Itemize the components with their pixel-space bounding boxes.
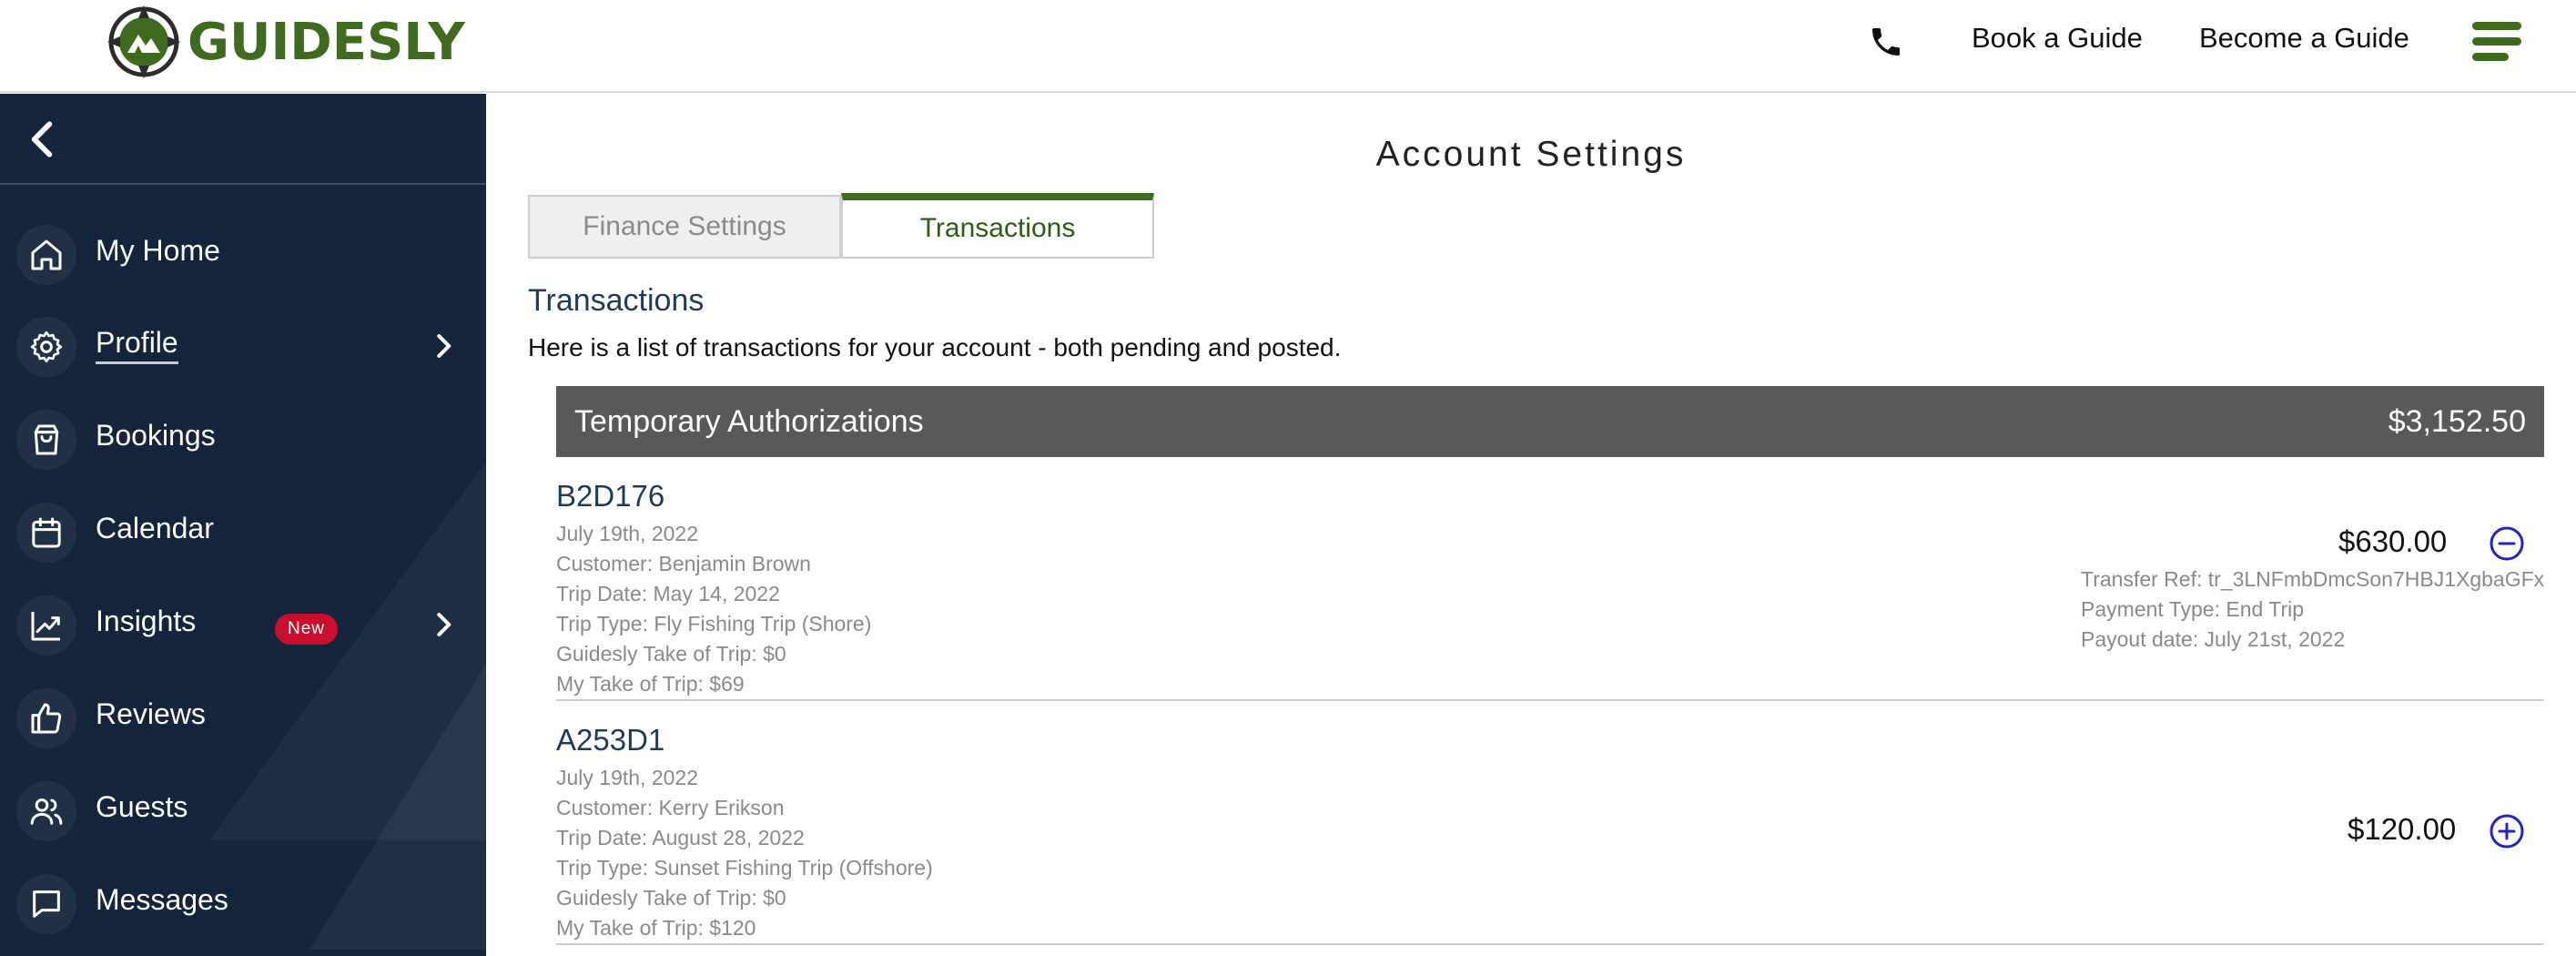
tab-finance-settings[interactable]: Finance Settings xyxy=(528,195,841,259)
group-title: Temporary Authorizations xyxy=(574,404,924,439)
sidebar-collapse-button[interactable] xyxy=(0,94,486,185)
sidebar-item-label: Bookings xyxy=(96,419,216,452)
transaction-trip-date: Trip Date: August 28, 2022 xyxy=(556,826,805,849)
chevron-left-icon xyxy=(31,121,53,158)
gear-icon xyxy=(16,317,76,377)
transfer-reference: Transfer Ref: tr_3LNFmbDmcSon7HBJ1XgbaGF… xyxy=(2081,567,2545,591)
chevron-right-icon xyxy=(437,613,451,636)
home-icon xyxy=(16,225,76,285)
hamburger-menu-icon[interactable] xyxy=(2472,22,2521,62)
thumbs-up-icon xyxy=(16,688,76,748)
temporary-authorizations-header: Temporary Authorizations $3,152.50 xyxy=(556,386,2544,457)
calendar-icon xyxy=(16,503,76,563)
expand-plus-icon[interactable] xyxy=(2489,813,2525,849)
transaction-trip-type: Trip Type: Fly Fishing Trip (Shore) xyxy=(556,612,872,636)
sidebar-item-label: Guests xyxy=(96,790,188,823)
sidebar-item-profile[interactable]: Profile xyxy=(0,306,486,379)
brand-logo[interactable]: GUIDESLY xyxy=(107,5,465,78)
sidebar-item-guests[interactable]: Guests xyxy=(0,770,486,843)
transaction-date: July 19th, 2022 xyxy=(556,766,699,789)
sidebar-item-label: Reviews xyxy=(96,697,206,730)
transaction-amount: $630.00 xyxy=(2338,524,2448,558)
sidebar-item-label: Messages xyxy=(96,883,228,916)
transaction-guidesly-take: Guidesly Take of Trip: $0 xyxy=(556,886,786,910)
sidebar-item-label: My Home xyxy=(96,234,220,267)
shopping-bag-icon xyxy=(16,410,76,470)
transaction-customer: Customer: Kerry Erikson xyxy=(556,796,785,819)
transaction-customer: Customer: Benjamin Brown xyxy=(556,552,811,575)
payout-date: Payout date: July 21st, 2022 xyxy=(2081,627,2346,651)
transaction-my-take: My Take of Trip: $69 xyxy=(556,672,745,696)
book-a-guide-link[interactable]: Book a Guide xyxy=(1972,22,2143,55)
transaction-trip-date: Trip Date: May 14, 2022 xyxy=(556,582,780,605)
transaction-code: B2D176 xyxy=(556,479,665,513)
transaction-row[interactable]: A253D1 July 19th, 2022 Customer: Kerry E… xyxy=(556,723,2544,945)
transaction-trip-type: Trip Type: Sunset Fishing Trip (Offshore… xyxy=(556,856,933,880)
transaction-date: July 19th, 2022 xyxy=(556,522,699,545)
payment-type: Payment Type: End Trip xyxy=(2081,597,2305,621)
section-description: Here is a list of transactions for your … xyxy=(528,333,1342,361)
new-badge: New xyxy=(275,614,339,645)
sidebar-item-label: Profile xyxy=(96,326,178,364)
compass-logo-icon xyxy=(107,5,180,78)
transaction-my-take: My Take of Trip: $120 xyxy=(556,916,756,940)
message-icon xyxy=(16,874,76,934)
sidebar-item-bookings[interactable]: Bookings xyxy=(0,399,486,472)
sidebar-item-label: Insights xyxy=(96,605,197,637)
sidebar-item-reviews[interactable]: Reviews xyxy=(0,677,486,750)
sidebar-item-label: Calendar xyxy=(96,512,214,544)
collapse-minus-icon[interactable] xyxy=(2489,525,2525,562)
sidebar-item-messages[interactable]: Messages xyxy=(0,863,486,936)
become-a-guide-link[interactable]: Become a Guide xyxy=(2199,22,2409,55)
brand-name: GUIDESLY xyxy=(188,12,465,72)
sidebar-item-calendar[interactable]: Calendar xyxy=(0,492,486,564)
section-title: Transactions xyxy=(528,283,705,318)
phone-icon[interactable] xyxy=(1868,24,1904,60)
trend-chart-icon xyxy=(16,595,76,656)
tab-transactions[interactable]: Transactions xyxy=(841,193,1154,259)
sidebar-item-my-home[interactable]: My Home xyxy=(0,214,486,287)
top-navigation-bar: GUIDESLY Book a Guide Become a Guide xyxy=(0,0,2576,93)
transaction-amount: $120.00 xyxy=(2348,812,2457,846)
sidebar: My Home Profile Bookings Calendar Insigh… xyxy=(0,94,486,956)
page-title: Account Settings xyxy=(1375,135,1687,174)
group-total: $3,152.50 xyxy=(2388,404,2526,439)
transaction-row[interactable]: B2D176 July 19th, 2022 Customer: Benjami… xyxy=(556,479,2544,701)
transaction-guidesly-take: Guidesly Take of Trip: $0 xyxy=(556,642,786,666)
users-icon xyxy=(16,781,76,841)
transaction-code: A253D1 xyxy=(556,723,665,757)
chevron-right-icon xyxy=(437,334,451,358)
sidebar-item-insights[interactable]: Insights New xyxy=(0,585,486,657)
